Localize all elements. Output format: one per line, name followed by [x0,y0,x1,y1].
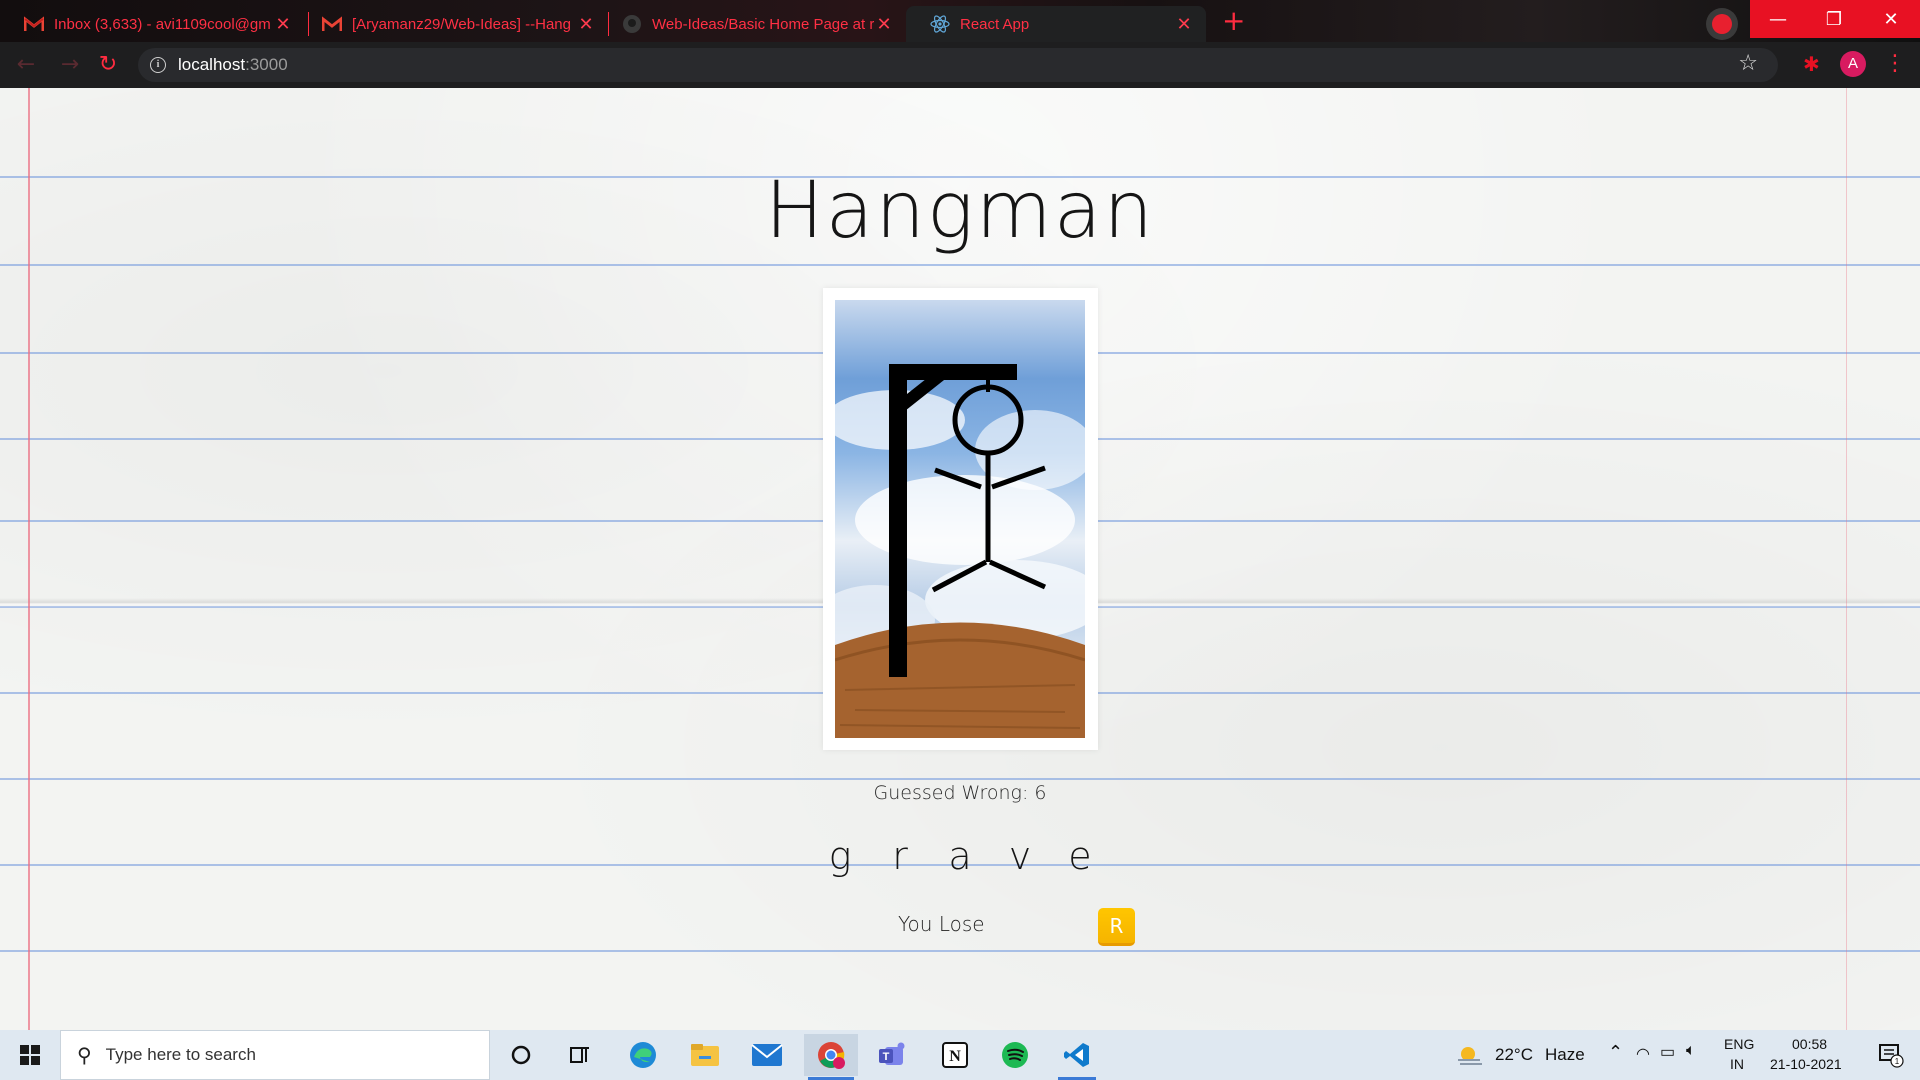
tab-gmail-inbox[interactable]: Inbox (3,633) - avi1109cool@gm ✕ [0,6,305,42]
tab-github[interactable]: Web-Ideas/Basic Home Page at r ✕ [598,6,906,42]
windows-taskbar: ⚲ Type here to search T N 22°C Haze ⌃ ◠ … [0,1030,1920,1080]
answer-letter: e [1068,834,1092,878]
close-icon[interactable]: ✕ [1174,14,1194,35]
url-text: localhost:3000 [178,55,288,74]
search-icon: ⚲ [77,1043,92,1067]
hangman-picture-frame [823,288,1098,750]
weather-condition[interactable]: Haze [1545,1045,1585,1065]
tab-title: [Aryamanz29/Web-Ideas] --Hang [352,15,571,33]
teams-icon[interactable]: T [866,1034,920,1076]
media-control-icon[interactable] [1706,8,1738,40]
weather-icon[interactable] [1456,1042,1486,1068]
tab-title: Web-Ideas/Basic Home Page at r [652,15,874,33]
mail-icon[interactable] [740,1034,794,1076]
reload-icon[interactable]: ↻ [94,51,122,79]
react-icon [930,14,950,34]
battery-icon[interactable]: ▭ [1660,1042,1675,1062]
windows-start-icon[interactable] [20,1045,40,1065]
github-icon [622,14,642,34]
answer-letter: a [948,834,972,878]
close-icon[interactable]: ✕ [273,14,293,35]
weather-temperature[interactable]: 22°C [1495,1045,1533,1065]
answer-letter: v [1008,834,1032,878]
search-placeholder: Type here to search [105,1045,256,1064]
browser-tab-strip: Inbox (3,633) - avi1109cool@gm ✕ [Aryama… [0,0,1920,42]
paper-rule [0,950,1920,952]
language-indicator[interactable]: ENG [1724,1036,1754,1052]
language-region[interactable]: IN [1730,1056,1744,1072]
browser-toolbar: ← → ↻ i localhost:3000 ☆ ✱ A ⋮ [0,42,1920,88]
tab-title: React App [960,15,1030,33]
answer-letter: g [828,834,852,878]
cortana-icon[interactable] [494,1034,548,1076]
info-icon[interactable]: i [150,57,166,73]
clock-date[interactable]: 21-10-2021 [1770,1056,1842,1072]
vscode-icon[interactable] [1050,1034,1104,1080]
answer-letter: r [892,834,908,878]
close-icon[interactable]: ✕ [576,14,596,35]
tab-title: Inbox (3,633) - avi1109cool@gm [54,15,271,33]
extensions-icon[interactable]: ✱ [1803,52,1820,76]
chevron-up-icon[interactable]: ⌃ [1608,1042,1623,1063]
reset-button[interactable]: R [1098,908,1135,946]
answer-word: g r a v e [820,834,1100,878]
wrong-guess-value: 6 [1034,782,1047,804]
taskbar-search-box[interactable]: ⚲ Type here to search [60,1030,490,1080]
gmail-icon [24,14,44,34]
back-arrow-icon[interactable]: ← [12,51,40,79]
page-title: Hangman [765,166,1155,256]
volume-icon[interactable]: 🔈︎ [1686,1042,1696,1060]
edge-icon[interactable] [616,1034,670,1076]
clock-time[interactable]: 00:58 [1792,1036,1827,1052]
close-icon[interactable]: ✕ [874,14,894,35]
svg-text:N: N [949,1048,961,1065]
minimize-button[interactable]: — [1750,0,1806,38]
paper-rule [0,264,1920,266]
spotify-icon[interactable] [988,1034,1042,1076]
wrong-guess-label: Guessed Wrong: [873,782,1035,804]
restore-button[interactable]: ❐ [1806,0,1862,38]
game-result-text: You Lose [898,912,985,936]
file-explorer-icon[interactable] [678,1034,732,1076]
more-menu-icon[interactable]: ⋮ [1884,50,1906,78]
task-view-icon[interactable] [553,1034,607,1076]
hangman-image [835,300,1085,738]
wifi-icon[interactable]: ◠ [1636,1044,1650,1064]
new-tab-button[interactable]: + [1222,6,1245,36]
wrong-guess-counter: Guessed Wrong: 6 [0,782,1920,804]
tab-gmail-hangman[interactable]: [Aryamanz29/Web-Ideas] --Hang ✕ [298,6,608,42]
avatar[interactable]: A [1840,51,1866,77]
bookmark-star-icon[interactable]: ☆ [1738,51,1758,76]
forward-arrow-icon[interactable]: → [56,51,84,79]
notification-count: 1 [1895,1057,1900,1066]
paper-rule [0,778,1920,780]
address-bar[interactable]: i localhost:3000 ☆ [138,48,1778,82]
tab-react-app[interactable]: React App ✕ [906,6,1206,42]
app-page: Hangman Guessed Wrong: 6 g r a v e You L… [0,88,1920,1030]
system-tray: 22°C Haze ⌃ ◠ ▭ 🔈︎ ENG IN 00:58 21-10-20… [1450,1030,1920,1080]
svg-text:T: T [883,1051,890,1063]
notion-icon[interactable]: N [928,1034,982,1076]
close-window-button[interactable]: ✕ [1862,0,1920,38]
chrome-icon[interactable] [804,1034,858,1080]
notification-icon[interactable]: 1 [1878,1042,1904,1068]
gmail-icon [322,14,342,34]
